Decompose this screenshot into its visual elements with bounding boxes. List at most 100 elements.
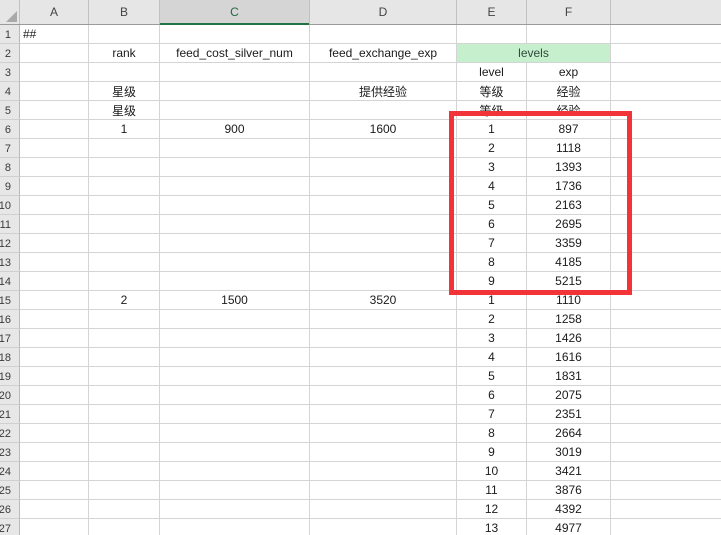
cell-G10[interactable] bbox=[611, 196, 721, 215]
cell-D4[interactable]: 提供经验 bbox=[310, 82, 457, 101]
cell-C4[interactable] bbox=[160, 82, 310, 101]
cell-D22[interactable] bbox=[310, 424, 457, 443]
cell-A11[interactable] bbox=[20, 215, 89, 234]
cell-C7[interactable] bbox=[160, 139, 310, 158]
row-header-9[interactable]: 9 bbox=[0, 177, 20, 196]
cell-A18[interactable] bbox=[20, 348, 89, 367]
cell-A12[interactable] bbox=[20, 234, 89, 253]
cell-B13[interactable] bbox=[89, 253, 160, 272]
cell-D9[interactable] bbox=[310, 177, 457, 196]
row-header-8[interactable]: 8 bbox=[0, 158, 20, 177]
cell-A1[interactable]: ## bbox=[20, 25, 89, 44]
row-header-17[interactable]: 17 bbox=[0, 329, 20, 348]
cell-B15[interactable]: 2 bbox=[89, 291, 160, 310]
cell-G1[interactable] bbox=[611, 25, 721, 44]
cell-G26[interactable] bbox=[611, 500, 721, 519]
row-header-23[interactable]: 23 bbox=[0, 443, 20, 462]
cell-G14[interactable] bbox=[611, 272, 721, 291]
cell-F12[interactable]: 3359 bbox=[527, 234, 611, 253]
cell-C2[interactable]: feed_cost_silver_num bbox=[160, 44, 310, 63]
cell-E6[interactable]: 1 bbox=[457, 120, 527, 139]
cell-B11[interactable] bbox=[89, 215, 160, 234]
cell-A3[interactable] bbox=[20, 63, 89, 82]
cell-G25[interactable] bbox=[611, 481, 721, 500]
cell-F4[interactable]: 经验 bbox=[527, 82, 611, 101]
cell-A17[interactable] bbox=[20, 329, 89, 348]
cell-F23[interactable]: 3019 bbox=[527, 443, 611, 462]
cell-E25[interactable]: 11 bbox=[457, 481, 527, 500]
cell-G11[interactable] bbox=[611, 215, 721, 234]
column-header-C[interactable]: C bbox=[160, 0, 310, 24]
row-header-5[interactable]: 5 bbox=[0, 101, 20, 120]
cell-D13[interactable] bbox=[310, 253, 457, 272]
cell-B21[interactable] bbox=[89, 405, 160, 424]
cell-F15[interactable]: 1110 bbox=[527, 291, 611, 310]
cell-B18[interactable] bbox=[89, 348, 160, 367]
cell-E11[interactable]: 6 bbox=[457, 215, 527, 234]
cell-B8[interactable] bbox=[89, 158, 160, 177]
row-header-12[interactable]: 12 bbox=[0, 234, 20, 253]
row-header-26[interactable]: 26 bbox=[0, 500, 20, 519]
cell-B25[interactable] bbox=[89, 481, 160, 500]
cell-C15[interactable]: 1500 bbox=[160, 291, 310, 310]
cell-G17[interactable] bbox=[611, 329, 721, 348]
row-header-13[interactable]: 13 bbox=[0, 253, 20, 272]
cell-C1[interactable] bbox=[160, 25, 310, 44]
cell-B5[interactable]: 星级 bbox=[89, 101, 160, 120]
cell-B9[interactable] bbox=[89, 177, 160, 196]
cell-D6[interactable]: 1600 bbox=[310, 120, 457, 139]
cell-B24[interactable] bbox=[89, 462, 160, 481]
cell-F27[interactable]: 4977 bbox=[527, 519, 611, 535]
row-header-20[interactable]: 20 bbox=[0, 386, 20, 405]
cell-D27[interactable] bbox=[310, 519, 457, 535]
cell-D18[interactable] bbox=[310, 348, 457, 367]
row-header-3[interactable]: 3 bbox=[0, 63, 20, 82]
cell-E19[interactable]: 5 bbox=[457, 367, 527, 386]
cell-E5[interactable]: 等级 bbox=[457, 101, 527, 120]
cell-D17[interactable] bbox=[310, 329, 457, 348]
cell-F19[interactable]: 1831 bbox=[527, 367, 611, 386]
cell-A19[interactable] bbox=[20, 367, 89, 386]
column-header-D[interactable]: D bbox=[310, 0, 457, 24]
cell-A13[interactable] bbox=[20, 253, 89, 272]
cell-A21[interactable] bbox=[20, 405, 89, 424]
row-header-19[interactable]: 19 bbox=[0, 367, 20, 386]
cell-E4[interactable]: 等级 bbox=[457, 82, 527, 101]
cell-F8[interactable]: 1393 bbox=[527, 158, 611, 177]
row-header-22[interactable]: 22 bbox=[0, 424, 20, 443]
cell-B4[interactable]: 星级 bbox=[89, 82, 160, 101]
cell-B12[interactable] bbox=[89, 234, 160, 253]
row-header-11[interactable]: 11 bbox=[0, 215, 20, 234]
cell-F26[interactable]: 4392 bbox=[527, 500, 611, 519]
row-header-16[interactable]: 16 bbox=[0, 310, 20, 329]
cell-D24[interactable] bbox=[310, 462, 457, 481]
cell-C22[interactable] bbox=[160, 424, 310, 443]
cell-E18[interactable]: 4 bbox=[457, 348, 527, 367]
cell-D20[interactable] bbox=[310, 386, 457, 405]
cell-G23[interactable] bbox=[611, 443, 721, 462]
cell-D25[interactable] bbox=[310, 481, 457, 500]
cell-D14[interactable] bbox=[310, 272, 457, 291]
cell-D2[interactable]: feed_exchange_exp bbox=[310, 44, 457, 63]
cell-C6[interactable]: 900 bbox=[160, 120, 310, 139]
cell-E23[interactable]: 9 bbox=[457, 443, 527, 462]
cell-F5[interactable]: 经验 bbox=[527, 101, 611, 120]
cell-E1[interactable] bbox=[457, 25, 527, 44]
cell-F3[interactable]: exp bbox=[527, 63, 611, 82]
cell-F20[interactable]: 2075 bbox=[527, 386, 611, 405]
cell-E21[interactable]: 7 bbox=[457, 405, 527, 424]
cell-C24[interactable] bbox=[160, 462, 310, 481]
cell-C10[interactable] bbox=[160, 196, 310, 215]
cell-F11[interactable]: 2695 bbox=[527, 215, 611, 234]
column-header-A[interactable]: A bbox=[20, 0, 89, 24]
cell-C5[interactable] bbox=[160, 101, 310, 120]
cell-E27[interactable]: 13 bbox=[457, 519, 527, 535]
cell-G4[interactable] bbox=[611, 82, 721, 101]
cell-D8[interactable] bbox=[310, 158, 457, 177]
cell-A26[interactable] bbox=[20, 500, 89, 519]
row-header-27[interactable]: 27 bbox=[0, 519, 20, 535]
cell-D12[interactable] bbox=[310, 234, 457, 253]
cell-B7[interactable] bbox=[89, 139, 160, 158]
cell-C9[interactable] bbox=[160, 177, 310, 196]
column-header-overflow[interactable] bbox=[611, 0, 721, 24]
